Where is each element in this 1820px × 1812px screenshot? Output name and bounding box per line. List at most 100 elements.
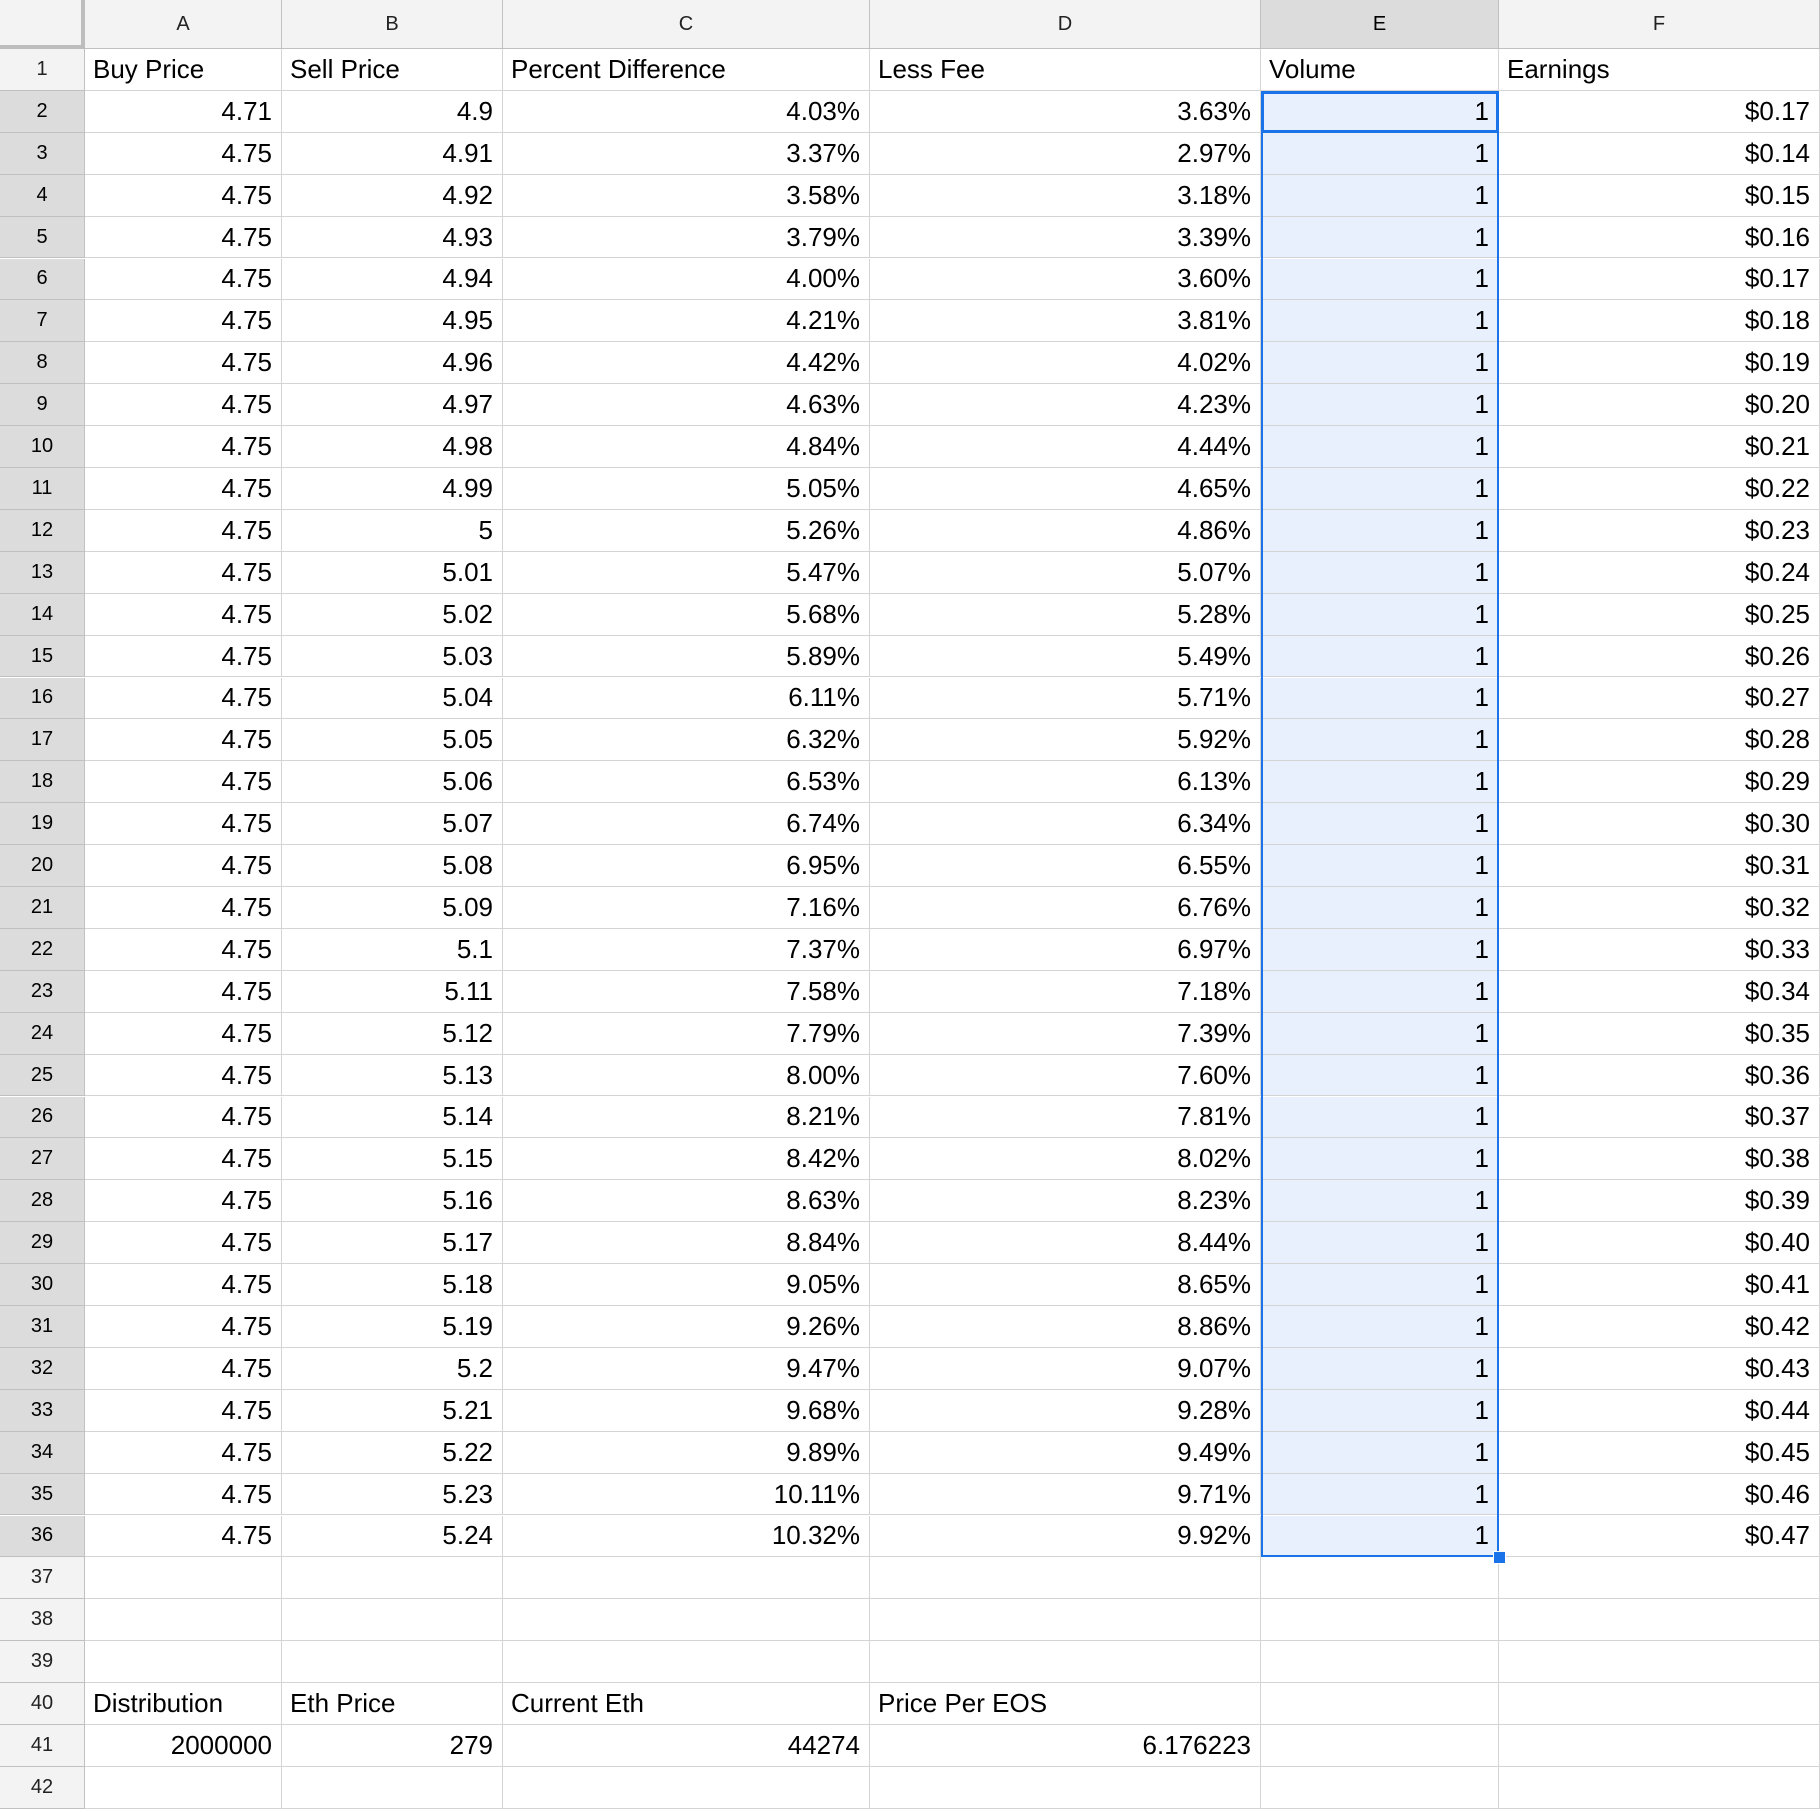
row-header-11[interactable]: 11 [0, 468, 85, 510]
cell-d22[interactable]: 6.97% [870, 928, 1261, 971]
spreadsheet-grid[interactable]: A B C D E F 1 Buy Price Sell Price Percent Differ… [0, 0, 1820, 1812]
row-header-22[interactable]: 22 [0, 928, 85, 971]
cell-b35[interactable]: 5.23 [282, 1473, 503, 1516]
cell-d1[interactable]: Less Fee [870, 49, 1261, 91]
cell-a19[interactable]: 4.75 [85, 803, 282, 846]
cell-f22[interactable]: $0.33 [1499, 928, 1820, 971]
cell-f24[interactable]: $0.35 [1499, 1012, 1820, 1055]
cell-b41[interactable]: 279 [282, 1725, 503, 1767]
row-header-30[interactable]: 30 [0, 1264, 85, 1306]
cell-e11[interactable]: 1 [1261, 468, 1499, 510]
cell-e7[interactable]: 1 [1261, 300, 1499, 343]
cell-f6[interactable]: $0.17 [1499, 258, 1820, 301]
cell-b7[interactable]: 4.95 [282, 300, 503, 343]
row-header-31[interactable]: 31 [0, 1306, 85, 1348]
cell-b9[interactable]: 4.97 [282, 384, 503, 427]
cell-f7[interactable]: $0.18 [1499, 300, 1820, 343]
row-header-38[interactable]: 38 [0, 1599, 85, 1642]
cell-e13[interactable]: 1 [1261, 551, 1499, 594]
cell-e18[interactable]: 1 [1261, 761, 1499, 804]
cell-d3[interactable]: 2.97% [870, 132, 1261, 175]
cell-a26[interactable]: 4.75 [85, 1096, 282, 1139]
cell-e33[interactable]: 1 [1261, 1389, 1499, 1432]
cell-b32[interactable]: 5.2 [282, 1347, 503, 1390]
cell-c25[interactable]: 8.00% [503, 1054, 870, 1097]
row-header-20[interactable]: 20 [0, 845, 85, 887]
cell-d4[interactable]: 3.18% [870, 174, 1261, 217]
cell-f36[interactable]: $0.47 [1499, 1515, 1820, 1558]
row-header-35[interactable]: 35 [0, 1473, 85, 1516]
cell-b16[interactable]: 5.04 [282, 677, 503, 720]
row-header-1[interactable]: 1 [0, 49, 85, 91]
cell-c38[interactable] [503, 1599, 870, 1642]
cell-e34[interactable]: 1 [1261, 1431, 1499, 1474]
select-all-corner[interactable] [0, 0, 85, 49]
cell-c30[interactable]: 9.05% [503, 1264, 870, 1306]
row-header-29[interactable]: 29 [0, 1222, 85, 1265]
cell-c8[interactable]: 4.42% [503, 342, 870, 385]
row-header-3[interactable]: 3 [0, 132, 85, 175]
cell-a14[interactable]: 4.75 [85, 593, 282, 636]
cell-e16[interactable]: 1 [1261, 677, 1499, 720]
row-header-14[interactable]: 14 [0, 593, 85, 636]
row-header-5[interactable]: 5 [0, 216, 85, 259]
cell-d30[interactable]: 8.65% [870, 1264, 1261, 1306]
cell-e25[interactable]: 1 [1261, 1054, 1499, 1097]
cell-d12[interactable]: 4.86% [870, 509, 1261, 552]
cell-b17[interactable]: 5.05 [282, 719, 503, 762]
cell-b5[interactable]: 4.93 [282, 216, 503, 259]
cell-b37[interactable] [282, 1557, 503, 1600]
cell-d27[interactable]: 8.02% [870, 1138, 1261, 1181]
cell-d13[interactable]: 5.07% [870, 551, 1261, 594]
cell-d37[interactable] [870, 1557, 1261, 1600]
cell-e8[interactable]: 1 [1261, 342, 1499, 385]
cell-a40[interactable]: Distribution [85, 1683, 282, 1725]
cell-c21[interactable]: 7.16% [503, 887, 870, 929]
row-header-33[interactable]: 33 [0, 1389, 85, 1432]
cell-b39[interactable] [282, 1641, 503, 1684]
cell-a21[interactable]: 4.75 [85, 887, 282, 929]
cell-f31[interactable]: $0.42 [1499, 1306, 1820, 1348]
cell-b24[interactable]: 5.12 [282, 1012, 503, 1055]
cell-d28[interactable]: 8.23% [870, 1180, 1261, 1223]
column-header-a[interactable]: A [85, 0, 282, 49]
cell-b40[interactable]: Eth Price [282, 1683, 503, 1725]
cell-c12[interactable]: 5.26% [503, 509, 870, 552]
cell-f17[interactable]: $0.28 [1499, 719, 1820, 762]
cell-f18[interactable]: $0.29 [1499, 761, 1820, 804]
cell-e2[interactable]: 1 [1261, 90, 1499, 133]
cell-a38[interactable] [85, 1599, 282, 1642]
cell-e40[interactable] [1261, 1683, 1499, 1725]
cell-d2[interactable]: 3.63% [870, 90, 1261, 133]
cell-f25[interactable]: $0.36 [1499, 1054, 1820, 1097]
cell-b23[interactable]: 5.11 [282, 970, 503, 1013]
cell-d9[interactable]: 4.23% [870, 384, 1261, 427]
cell-c27[interactable]: 8.42% [503, 1138, 870, 1181]
cell-e42[interactable] [1261, 1766, 1499, 1809]
cell-a37[interactable] [85, 1557, 282, 1600]
cell-f14[interactable]: $0.25 [1499, 593, 1820, 636]
row-header-32[interactable]: 32 [0, 1347, 85, 1390]
row-header-25[interactable]: 25 [0, 1054, 85, 1097]
cell-a22[interactable]: 4.75 [85, 928, 282, 971]
cell-b18[interactable]: 5.06 [282, 761, 503, 804]
cell-b8[interactable]: 4.96 [282, 342, 503, 385]
cell-c34[interactable]: 9.89% [503, 1431, 870, 1474]
cell-b29[interactable]: 5.17 [282, 1222, 503, 1265]
row-header-6[interactable]: 6 [0, 258, 85, 301]
cell-c35[interactable]: 10.11% [503, 1473, 870, 1516]
cell-e29[interactable]: 1 [1261, 1222, 1499, 1265]
cell-f21[interactable]: $0.32 [1499, 887, 1820, 929]
cell-c37[interactable] [503, 1557, 870, 1600]
cell-c26[interactable]: 8.21% [503, 1096, 870, 1139]
cell-f9[interactable]: $0.20 [1499, 384, 1820, 427]
cell-e30[interactable]: 1 [1261, 1264, 1499, 1306]
cell-c33[interactable]: 9.68% [503, 1389, 870, 1432]
cell-c40[interactable]: Current Eth [503, 1683, 870, 1725]
cell-f37[interactable] [1499, 1557, 1820, 1600]
cell-d42[interactable] [870, 1766, 1261, 1809]
cell-d16[interactable]: 5.71% [870, 677, 1261, 720]
cell-c7[interactable]: 4.21% [503, 300, 870, 343]
cell-b21[interactable]: 5.09 [282, 887, 503, 929]
cell-f38[interactable] [1499, 1599, 1820, 1642]
